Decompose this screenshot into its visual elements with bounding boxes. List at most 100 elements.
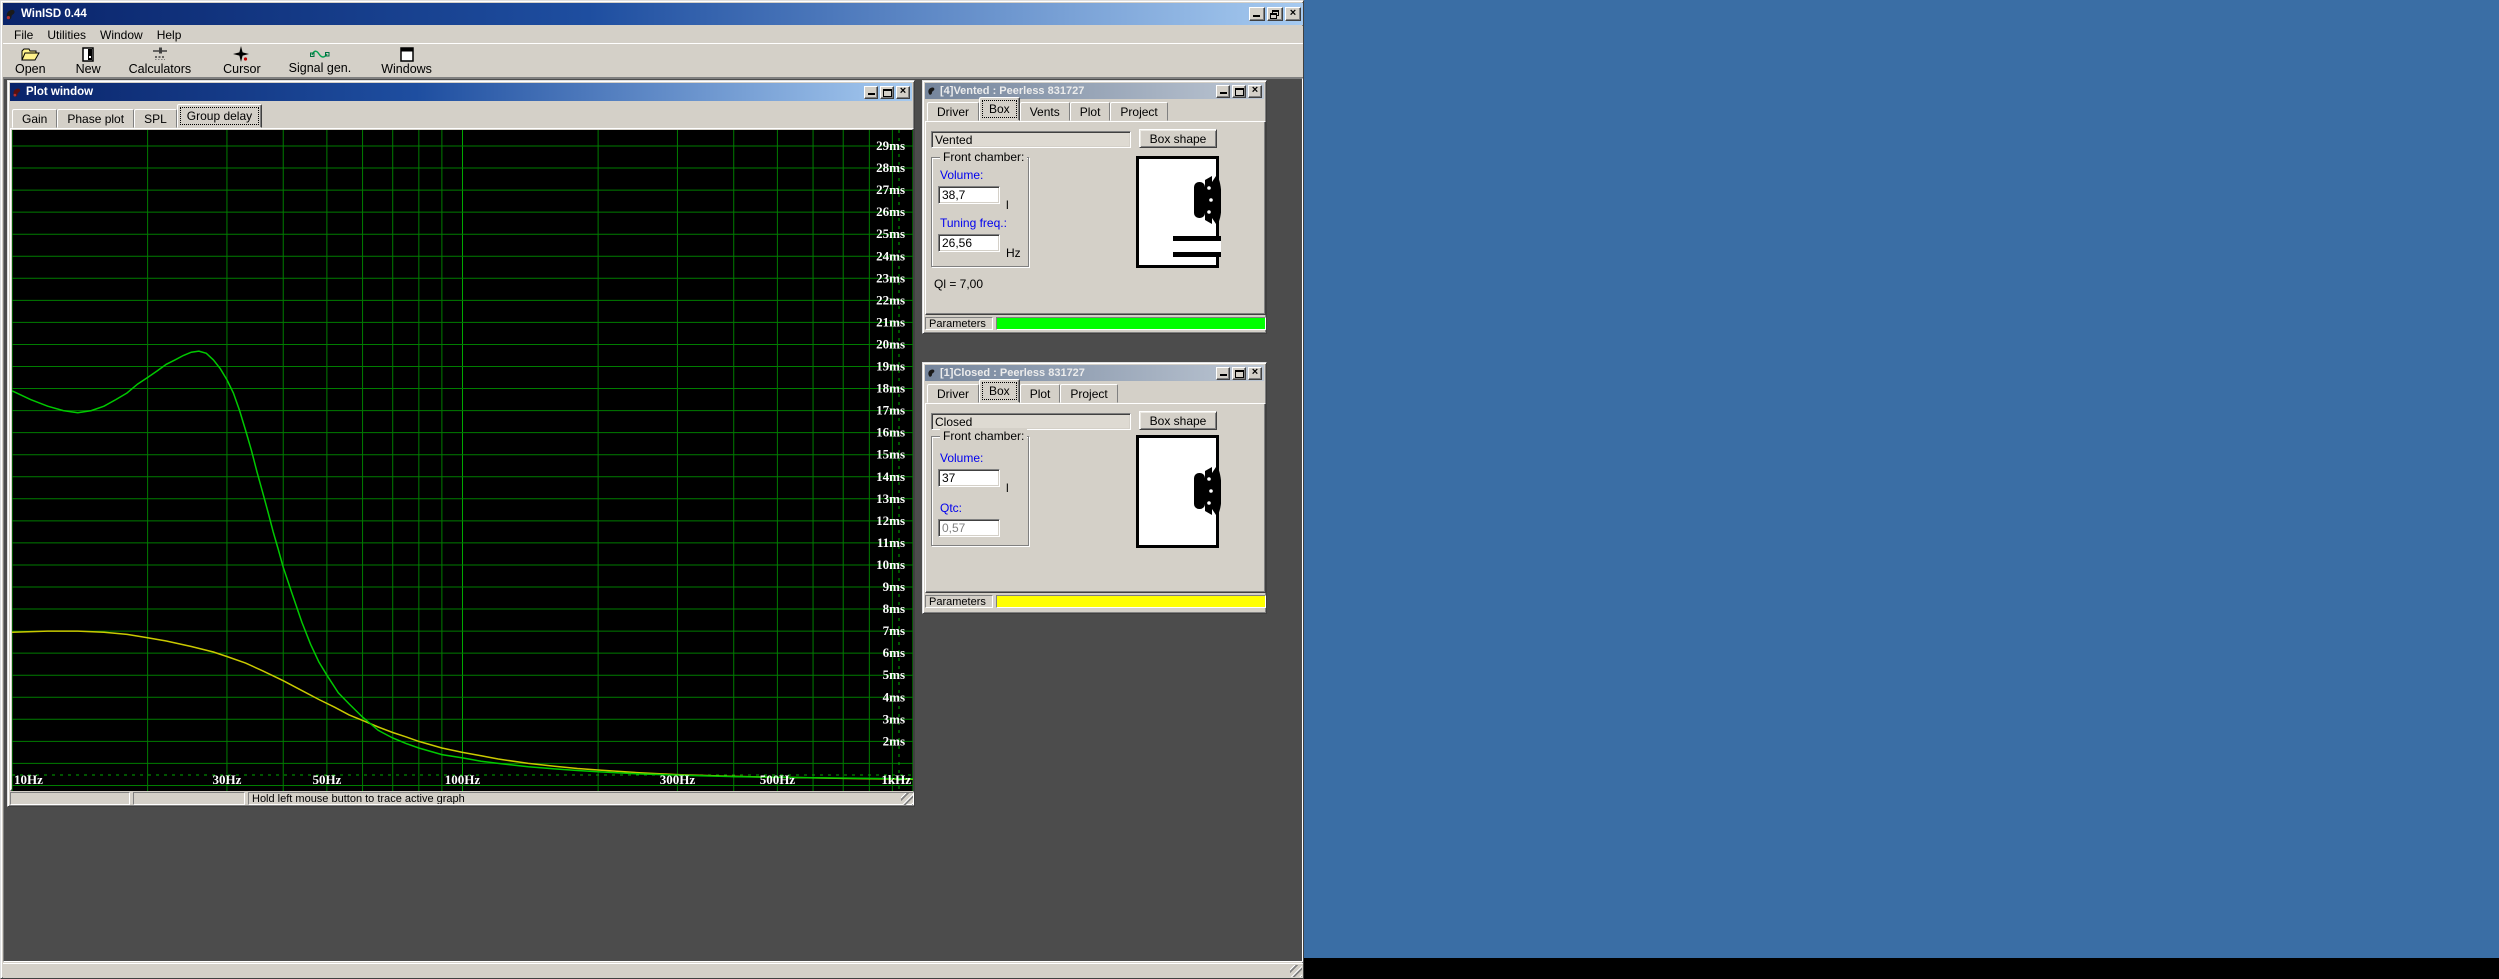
calculators-button[interactable]: Calculators	[123, 44, 198, 77]
vented-tabs: DriverBoxVentsPlotProject	[925, 100, 1264, 121]
svg-text:28ms: 28ms	[876, 160, 905, 175]
plot-status-panel-1	[10, 792, 130, 805]
vented-minimize-button[interactable]	[1216, 85, 1230, 98]
plot-tab-group-delay[interactable]: Group delay	[177, 104, 262, 128]
closed-box-shape-button[interactable]: Box shape	[1139, 411, 1217, 430]
vented-front-chamber-group: Front chamber: Volume: l Tuning freq.: H…	[931, 157, 1029, 267]
plot-resize-grip[interactable]	[901, 793, 913, 805]
vented-box-shape-diagram	[1136, 156, 1221, 268]
app-close-button[interactable]: ×	[1285, 7, 1301, 21]
svg-text:13ms: 13ms	[876, 491, 905, 506]
app-titlebar[interactable]: WinISD 0.44 ×	[3, 3, 1303, 25]
svg-text:500Hz: 500Hz	[760, 772, 796, 787]
group-delay-plot[interactable]: 2ms3ms4ms5ms6ms7ms8ms9ms10ms11ms12ms13ms…	[12, 130, 913, 791]
vented-maximize-button[interactable]	[1232, 85, 1246, 98]
closed-tab-driver[interactable]: Driver	[927, 384, 979, 403]
volume-unit: l	[1006, 481, 1009, 495]
minimize-icon	[1220, 374, 1227, 376]
vented-close-button[interactable]: ×	[1248, 85, 1262, 98]
svg-text:14ms: 14ms	[876, 469, 905, 484]
close-icon: ×	[900, 86, 906, 97]
svg-text:5ms: 5ms	[883, 667, 905, 682]
app-restore-button[interactable]	[1267, 7, 1283, 21]
closed-box-shape-diagram	[1136, 435, 1221, 548]
maximize-icon	[1235, 88, 1244, 96]
windows-icon	[400, 47, 414, 62]
svg-text:16ms: 16ms	[876, 425, 905, 440]
app-minimize-button[interactable]	[1249, 7, 1265, 21]
svg-text:11ms: 11ms	[877, 535, 905, 550]
app-window: WinISD 0.44 × File Utilities Window Help…	[0, 0, 1304, 979]
vented-parameters-bar	[996, 317, 1266, 330]
app-icon	[5, 8, 18, 21]
closed-volume-input[interactable]	[938, 469, 1000, 487]
close-icon: ×	[1252, 85, 1258, 96]
open-button[interactable]: Open	[9, 44, 52, 77]
closed-parameters-label: Parameters	[925, 595, 993, 608]
cursor-button[interactable]: Cursor	[217, 44, 267, 77]
menu-utilities[interactable]: Utilities	[40, 27, 93, 43]
vented-box-type-field[interactable]: Vented	[931, 131, 1131, 148]
front-chamber-label: Front chamber:	[940, 150, 1027, 164]
menu-window[interactable]: Window	[93, 27, 150, 43]
closed-titlebar[interactable]: [1]Closed : Peerless 831727 ×	[925, 365, 1264, 381]
svg-text:18ms: 18ms	[876, 381, 905, 396]
vented-tab-vents[interactable]: Vents	[1020, 102, 1070, 121]
svg-text:25ms: 25ms	[876, 226, 905, 241]
plot-maximize-button[interactable]	[880, 86, 894, 99]
closed-minimize-button[interactable]	[1216, 367, 1230, 380]
menu-help[interactable]: Help	[150, 27, 189, 43]
plot-tab-spl[interactable]: SPL	[134, 109, 177, 128]
closed-window-title: [1]Closed : Peerless 831727	[940, 367, 1085, 379]
closed-tab-project[interactable]: Project	[1060, 384, 1117, 403]
plot-tab-gain[interactable]: Gain	[12, 109, 57, 128]
plot-tab-phase-plot[interactable]: Phase plot	[57, 109, 134, 128]
vented-window-icon	[927, 86, 937, 96]
vented-titlebar[interactable]: [4]Vented : Peerless 831727 ×	[925, 83, 1264, 99]
plot-window-titlebar[interactable]: Plot window ×	[10, 83, 912, 101]
plot-status-panel-2	[133, 792, 245, 805]
plot-window: Plot window × GainPhase plotSPLGroup del…	[7, 80, 915, 807]
svg-text:9ms: 9ms	[883, 579, 905, 594]
vented-tab-driver[interactable]: Driver	[927, 102, 979, 121]
svg-text:50Hz: 50Hz	[312, 772, 341, 787]
vented-tab-project[interactable]: Project	[1110, 102, 1167, 121]
closed-box-type-field[interactable]: Closed	[931, 413, 1131, 430]
close-icon: ×	[1252, 367, 1258, 378]
plot-close-button[interactable]: ×	[896, 86, 910, 99]
vented-box-shape-button[interactable]: Box shape	[1139, 129, 1217, 148]
vented-tab-box[interactable]: Box	[979, 97, 1020, 121]
front-chamber-label: Front chamber:	[940, 429, 1027, 443]
svg-text:19ms: 19ms	[876, 359, 905, 374]
volume-unit: l	[1006, 198, 1009, 212]
svg-text:10Hz: 10Hz	[14, 772, 43, 787]
signal-generator-icon	[310, 48, 330, 61]
svg-text:29ms: 29ms	[876, 138, 905, 153]
volume-label: Volume:	[940, 451, 983, 465]
svg-text:10ms: 10ms	[876, 557, 905, 572]
mdi-area: Plot window × GainPhase plotSPLGroup del…	[3, 78, 1303, 962]
minimize-icon	[1253, 15, 1260, 17]
menu-file[interactable]: File	[7, 27, 40, 43]
vented-parameters-label: Parameters	[925, 317, 993, 330]
app-title: WinISD 0.44	[21, 8, 87, 20]
speaker-icon	[1194, 176, 1221, 224]
maximize-icon	[1235, 370, 1244, 378]
plot-minimize-button[interactable]	[864, 86, 878, 99]
plot-status-hint: Hold left mouse button to trace active g…	[248, 792, 914, 805]
app-resize-grip[interactable]	[1290, 965, 1302, 977]
vented-tab-plot[interactable]: Plot	[1070, 102, 1111, 121]
volume-input[interactable]	[938, 186, 1000, 204]
windows-button[interactable]: Windows	[375, 44, 438, 77]
ql-value-text: Ql = 7,00	[934, 277, 983, 291]
closed-tab-box[interactable]: Box	[979, 379, 1020, 403]
closed-maximize-button[interactable]	[1232, 367, 1246, 380]
svg-text:23ms: 23ms	[876, 270, 905, 285]
closed-close-button[interactable]: ×	[1248, 367, 1262, 380]
svg-text:2ms: 2ms	[883, 733, 905, 748]
closed-tab-plot[interactable]: Plot	[1020, 384, 1061, 403]
signal-gen-button[interactable]: Signal gen.	[283, 44, 358, 77]
new-button[interactable]: New	[70, 44, 107, 77]
port-icon	[1173, 236, 1221, 257]
tuning-freq-input[interactable]	[938, 234, 1000, 252]
